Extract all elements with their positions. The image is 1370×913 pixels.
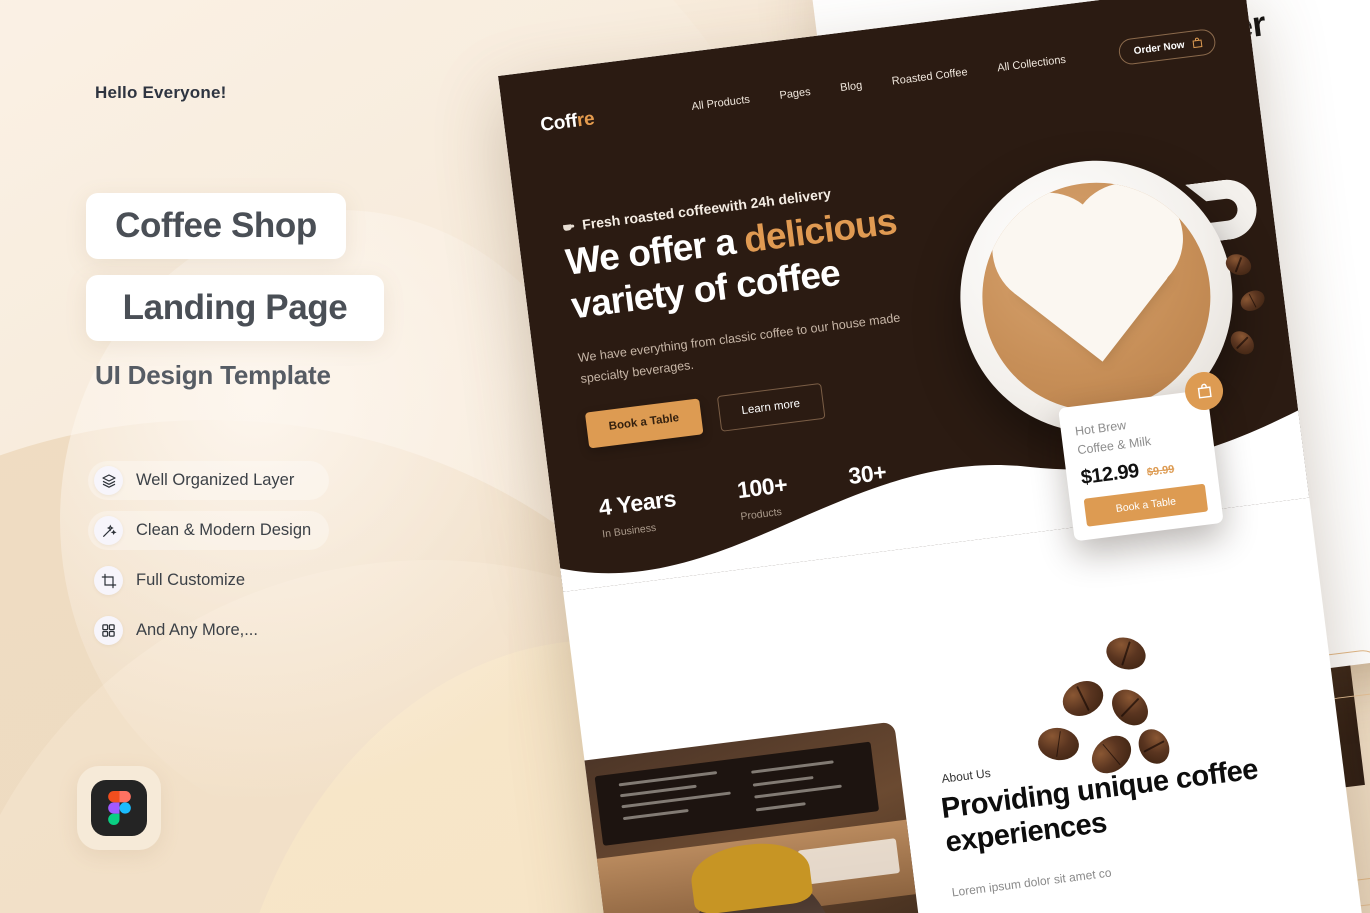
nav-links: All Products Pages Blog Roasted Coffee A… xyxy=(691,54,1067,113)
price-card-book-button[interactable]: Book a Table xyxy=(1083,483,1209,527)
logo-accent: re xyxy=(575,108,596,132)
learn-more-button[interactable]: Learn more xyxy=(716,382,826,432)
latte-art-heart xyxy=(1014,204,1172,362)
brand-logo[interactable]: Coffre xyxy=(539,108,596,137)
about-label: About Us xyxy=(940,765,992,786)
poster-canvas: Hello Everyone! Coffee Shop Landing Page… xyxy=(0,0,1370,913)
title-chip-line2: Landing Page xyxy=(86,275,384,341)
current-price: $12.99 xyxy=(1079,459,1141,489)
feature-item-layers: Well Organized Layer xyxy=(88,461,330,500)
coffee-bean xyxy=(1056,674,1110,723)
feature-label: Clean & Modern Design xyxy=(136,521,312,539)
nav-item-blog[interactable]: Blog xyxy=(840,79,863,94)
greeting-text: Hello Everyone! xyxy=(95,83,227,102)
landing-page-mockup: Coffre All Products Pages Blog Roasted C… xyxy=(498,0,1367,913)
order-now-label: Order Now xyxy=(1133,39,1186,57)
price-card-name: Hot Brew Coffee & Milk xyxy=(1074,407,1200,459)
coffee-bean xyxy=(1226,326,1259,360)
nav-item-all-collections[interactable]: All Collections xyxy=(997,54,1067,75)
barista-photo xyxy=(566,721,931,913)
book-a-table-button[interactable]: Book a Table xyxy=(584,398,704,449)
price-card: Hot Brew Coffee & Milk $12.99 $9.99 Book… xyxy=(1058,369,1226,542)
nav-item-roasted-coffee[interactable]: Roasted Coffee xyxy=(891,66,968,87)
crop-icon xyxy=(94,566,123,595)
nav-item-all-products[interactable]: All Products xyxy=(691,94,751,113)
price-card-name-line2: Coffee & Milk xyxy=(1076,433,1152,458)
feature-label: Well Organized Layer xyxy=(136,471,295,489)
page-subtitle: UI Design Template xyxy=(95,360,331,390)
coffee-cup-icon xyxy=(562,224,575,231)
title-chip-line1: Coffee Shop xyxy=(86,193,346,259)
feature-label: And Any More,... xyxy=(136,621,258,639)
price-card-name-line1: Hot Brew xyxy=(1074,418,1127,439)
coffee-bean xyxy=(1237,286,1269,315)
magic-wand-icon xyxy=(94,516,123,545)
coffee-bean xyxy=(1084,728,1139,781)
shopping-bag-icon xyxy=(1192,37,1203,49)
layers-icon xyxy=(94,466,123,495)
title-line1: Coffee Shop xyxy=(115,206,317,245)
coffee-bean xyxy=(1035,725,1082,763)
feature-item-customize: Full Customize xyxy=(88,561,329,600)
old-price: $9.99 xyxy=(1146,462,1176,479)
feature-label: Full Customize xyxy=(136,571,246,589)
feature-item-design: Clean & Modern Design xyxy=(88,511,330,550)
nav-item-pages[interactable]: Pages xyxy=(779,86,811,102)
about-paragraph: Lorem ipsum dolor sit amet co xyxy=(951,865,1113,900)
hero-heading: We offer a delicious variety of coffee xyxy=(563,188,991,327)
logo-main: Coff xyxy=(539,110,579,136)
coffee-bean xyxy=(1102,632,1150,675)
figma-badge xyxy=(77,766,161,850)
title-line2: Landing Page xyxy=(122,288,348,327)
coffee-bean xyxy=(1132,723,1176,770)
figma-logo-icon xyxy=(91,780,147,836)
feature-list: Well Organized Layer Clean & Modern Desi… xyxy=(88,461,330,650)
hero-buttons: Book a Table Learn more xyxy=(584,382,826,449)
coffee-bean xyxy=(1104,682,1156,733)
feature-item-more: And Any More,... xyxy=(88,611,329,650)
order-now-button[interactable]: Order Now xyxy=(1117,27,1217,66)
coffee-beans-cluster xyxy=(1010,632,1176,786)
grid-icon xyxy=(94,616,123,645)
